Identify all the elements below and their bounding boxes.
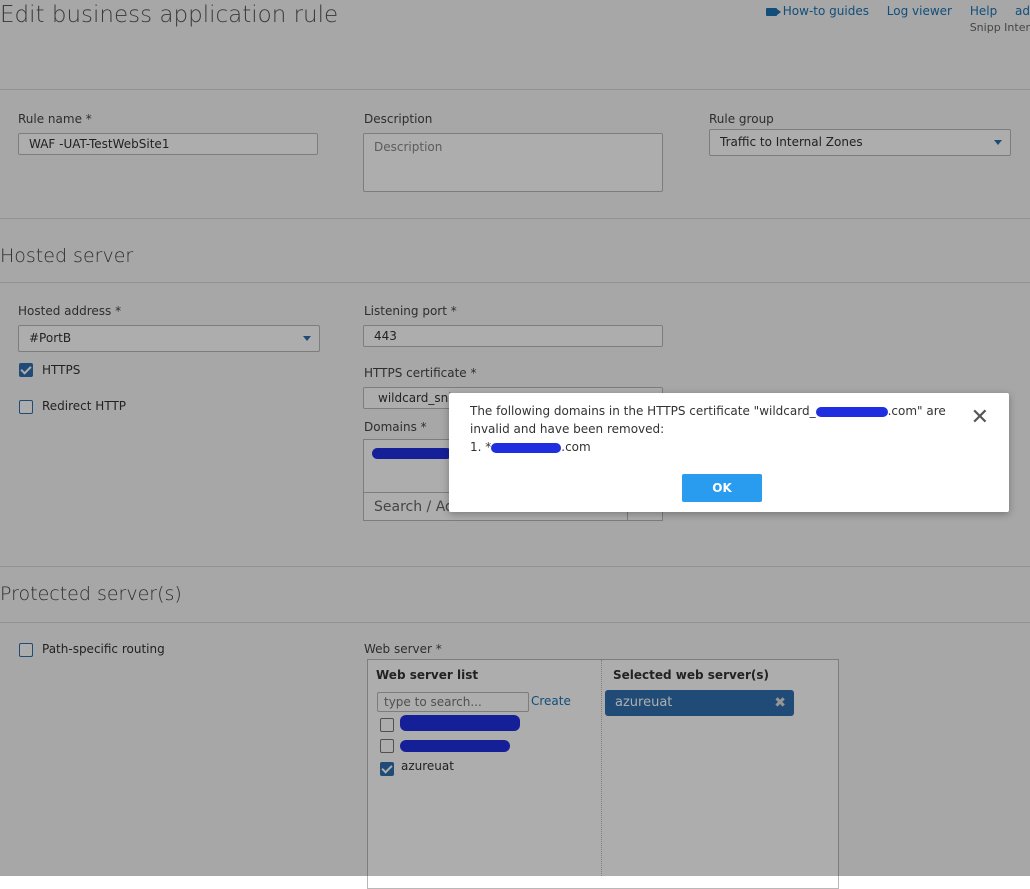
redacted-domain	[815, 406, 888, 417]
dialog-line3-suffix: .com	[561, 440, 591, 454]
warning-dialog: The following domains in the HTTPS certi…	[449, 393, 1009, 512]
ok-button[interactable]: OK	[682, 474, 762, 502]
dialog-line1-suffix: .com" are	[887, 404, 946, 418]
dialog-line2: invalid and have been removed:	[470, 422, 665, 436]
redacted-domain	[491, 442, 562, 453]
dialog-line3-prefix: 1. *	[470, 440, 492, 454]
close-icon[interactable]: ✕	[971, 407, 989, 429]
dialog-message: The following domains in the HTTPS certi…	[470, 402, 960, 456]
dialog-line1-prefix: The following domains in the HTTPS certi…	[470, 404, 816, 418]
